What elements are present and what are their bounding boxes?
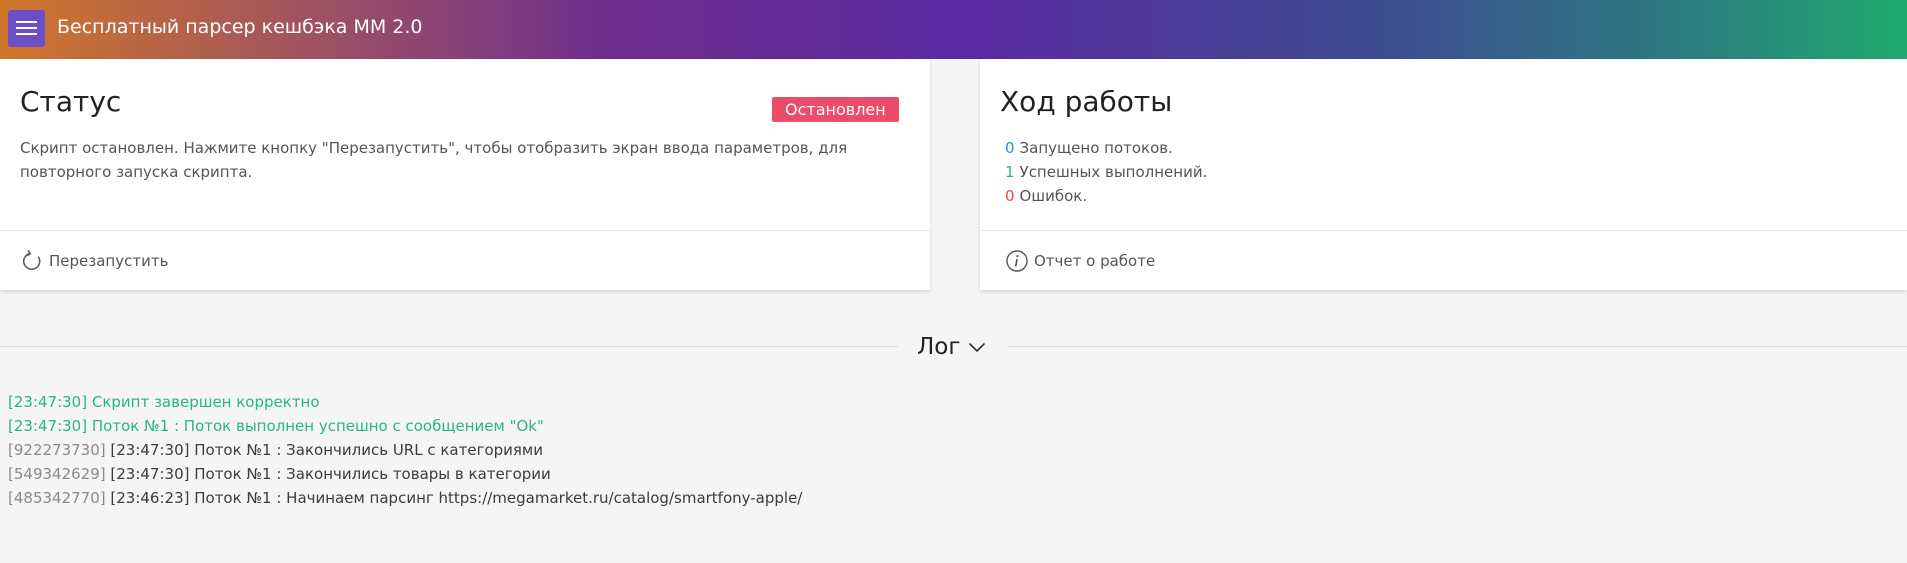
- chevron-down-icon: [969, 343, 986, 352]
- threads-label: Запущено потоков.: [1019, 139, 1173, 157]
- app-header: Бесплатный парсер кешбэка ММ 2.0: [0, 0, 1907, 59]
- progress-card: Ход работы 0 Запущено потоков. 1 Успешных …: [980, 59, 1907, 290]
- log-entry-text: [23:47:30] Поток №1 : Закончились товары…: [110, 465, 551, 483]
- log-entry: [922273730] [23:47:30] Поток №1 : Законч…: [8, 438, 802, 462]
- log-divider-right: [1008, 346, 1907, 347]
- report-button-label: Отчет о работе: [1034, 252, 1156, 270]
- menu-button[interactable]: [8, 10, 45, 47]
- log-entry: [23:47:30] Поток №1 : Поток выполнен усп…: [8, 414, 802, 438]
- log-list: [23:47:30] Скрипт завершен корректно [23…: [8, 390, 802, 510]
- status-badge: Остановлен: [772, 97, 899, 122]
- status-description: Скрипт остановлен. Нажмите кнопку "Перез…: [20, 139, 848, 181]
- log-entry-id: [922273730]: [8, 441, 106, 459]
- progress-stats: 0 Запущено потоков. 1 Успешных выполнений.…: [1005, 136, 1207, 208]
- progress-card-title: Ход работы: [1000, 85, 1173, 118]
- hamburger-icon: [16, 21, 37, 23]
- success-count: 1: [1005, 163, 1015, 181]
- log-divider-left: [0, 346, 898, 347]
- threads-stat: 0 Запущено потоков.: [1005, 136, 1207, 160]
- status-card: Статус Остановлен Скрипт остановлен. Наж…: [0, 59, 930, 290]
- log-entry: [485342770] [23:46:23] Поток №1 : Начина…: [8, 486, 802, 510]
- restart-button-label: Перезапустить: [49, 252, 169, 270]
- card-divider: [0, 230, 930, 231]
- app-title: Бесплатный парсер кешбэка ММ 2.0: [57, 16, 423, 38]
- status-card-title: Статус: [20, 85, 122, 118]
- success-label: Успешных выполнений.: [1019, 163, 1208, 181]
- log-entry-text: [23:46:23] Поток №1 : Начинаем парсинг h…: [110, 489, 803, 507]
- success-stat: 1 Успешных выполнений.: [1005, 160, 1207, 184]
- log-entry-id: [485342770]: [8, 489, 106, 507]
- log-entry-text: [23:47:30] Скрипт завершен корректно: [8, 393, 320, 411]
- info-icon: [1006, 250, 1028, 272]
- errors-stat: 0 Ошибок.: [1005, 184, 1207, 208]
- refresh-icon: [23, 250, 41, 271]
- log-entry-text: [23:47:30] Поток №1 : Поток выполнен усп…: [8, 417, 544, 435]
- log-entry-text: [23:47:30] Поток №1 : Закончились URL с …: [110, 441, 543, 459]
- log-entry-id: [549342629]: [8, 465, 106, 483]
- report-button[interactable]: Отчет о работе: [1005, 249, 1155, 273]
- errors-label: Ошибок.: [1019, 187, 1088, 205]
- restart-button[interactable]: Перезапустить: [20, 249, 168, 273]
- log-title: Лог: [917, 334, 961, 360]
- log-entry: [23:47:30] Скрипт завершен корректно: [8, 390, 802, 414]
- log-entry: [549342629] [23:47:30] Поток №1 : Законч…: [8, 462, 802, 486]
- card-divider: [980, 230, 1907, 231]
- hamburger-icon-bar: [16, 27, 37, 29]
- log-toggle[interactable]: Лог: [917, 332, 986, 362]
- hamburger-icon-bar: [16, 33, 37, 35]
- errors-count: 0: [1005, 187, 1015, 205]
- threads-count: 0: [1005, 139, 1015, 157]
